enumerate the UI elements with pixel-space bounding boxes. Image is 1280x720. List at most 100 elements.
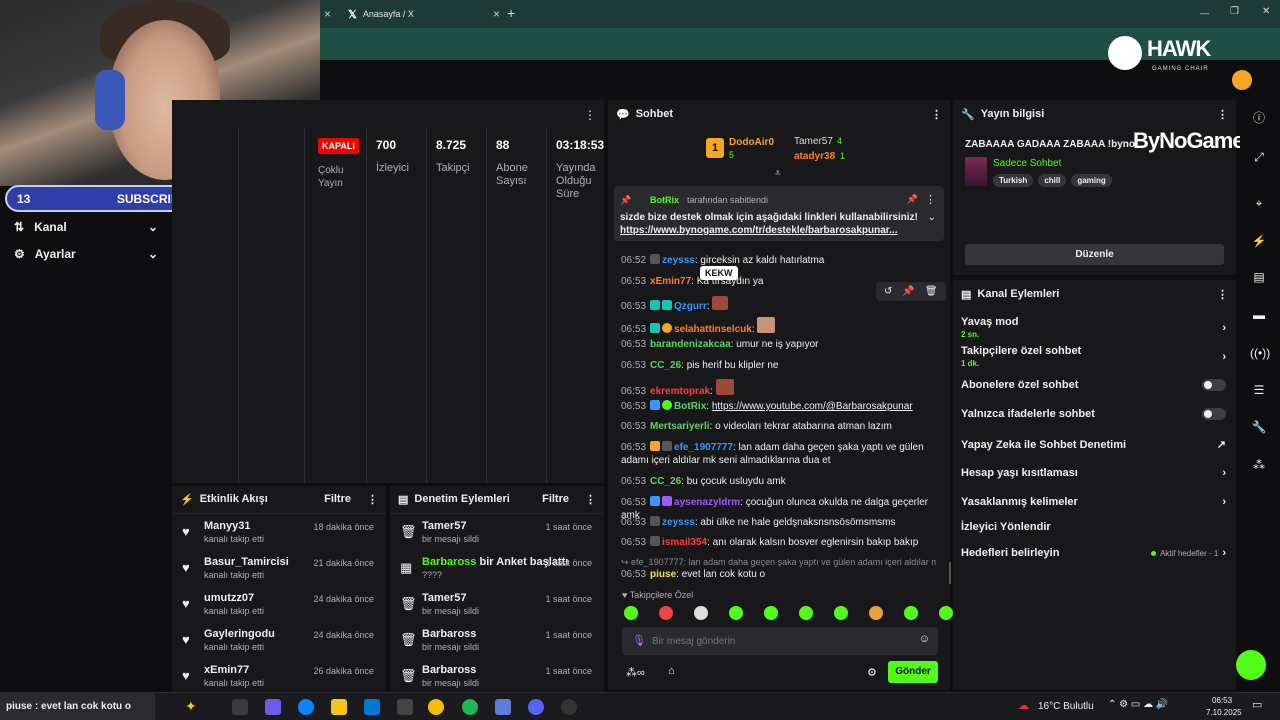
infinity-icon[interactable]: ⁂∞ [626,666,645,679]
msg-user[interactable]: piuse [650,569,676,580]
expand-down-icon[interactable]: ⩡ [775,168,781,179]
emote-button[interactable] [659,606,673,620]
category-thumbnail[interactable] [965,157,987,186]
subs-chat-toggle[interactable] [1202,379,1226,391]
reply-icon[interactable]: ↺ [884,286,892,297]
filter-button[interactable]: Filtre [324,493,351,506]
user-avatar[interactable] [1232,70,1252,90]
emoji-icon[interactable]: ☺ [919,633,930,645]
chat-message[interactable]: 06:53 piuse: evet lan cok kotu o [621,568,936,581]
chat-message[interactable]: 06:53 selahattinselcuk: [621,317,936,336]
folder-icon[interactable] [331,699,347,715]
clock-date[interactable]: 7.10.2025 [1206,708,1242,717]
msg-user[interactable]: Qzgurr [674,301,707,312]
emote-button[interactable] [799,606,813,620]
tab-anasayfa-x[interactable]: 𝕏 Anasayfa / X × [340,3,500,25]
chat-scrollbar[interactable] [949,562,951,584]
emote-button[interactable] [869,606,883,620]
lightning-icon[interactable]: ⚡ [1250,232,1268,250]
chat-input[interactable] [652,631,912,651]
apps-icon[interactable]: ⁂ [1250,456,1268,474]
send-button[interactable]: Gönder [888,661,938,683]
chat-message[interactable]: 06:52 zeysss: girceksin az kaldı hatırlat… [621,254,936,267]
account-age-row[interactable]: Hesap yaşı kısıtlaması › [961,467,1226,479]
list-item[interactable]: ♥ umutzz07 kanalı takip etti 24 dakika önce [172,586,386,622]
slow-mode-row[interactable]: Yavaş mod 2 sn. › [961,316,1226,340]
msg-user[interactable]: selahattinselcuk [674,324,752,335]
goals-row[interactable]: Hedefleri belirleyin Aktif hedefler - 1 › [961,547,1226,559]
focus-icon[interactable]: ⌖ [1250,194,1268,212]
emote-button[interactable] [904,606,918,620]
info-icon[interactable]: ⓘ [1250,109,1268,127]
banned-words-row[interactable]: Yasaklanmış kelimeler › [961,496,1226,508]
more-options-icon[interactable]: ⋮ [367,493,378,506]
copilot-icon[interactable] [265,699,281,715]
list-item[interactable]: ♥ Gayleringodu kanalı takip etti 24 dakika … [172,622,386,658]
trash-icon[interactable]: 🗑 [925,286,938,297]
list-item[interactable]: 🗑 Tamer57 bir mesajı sildi 1 saat önce [390,514,604,550]
emote-button[interactable] [834,606,848,620]
emote-button[interactable] [729,606,743,620]
window-minimize-button[interactable]: — [1200,8,1209,18]
emote-button[interactable] [694,606,708,620]
copilot-sparkle-icon[interactable]: ✦ [185,698,197,715]
gear-icon[interactable]: ⚙ [867,666,877,679]
list-item[interactable]: ▦ Barbaross bir Anket başlattı???? 1 saat … [390,550,604,586]
msg-user[interactable]: zeysss [662,255,695,266]
chat-message[interactable]: 06:53 Mertsariyerli: o videoları tekrar a… [621,420,936,433]
msg-user[interactable]: ismail354 [662,537,707,548]
more-options-icon[interactable]: ⋮ [1217,108,1228,121]
chat-input-box[interactable]: 🎙 ☺ [622,627,938,655]
chat-message[interactable]: 06:53 barandenizakcaa: umur ne iş yapıyor [621,338,936,351]
tray-icons[interactable]: ⌃ ⚙ ▭ ☁ 🔊 [1108,699,1168,710]
msg-user[interactable]: CC_26 [650,360,681,371]
filter-button[interactable]: Filtre [542,493,569,506]
help-chat-button[interactable] [1236,650,1266,680]
viewer-redirect-row[interactable]: İzleyici Yönlendir [961,521,1226,533]
emote-button[interactable] [624,606,638,620]
chat-message[interactable]: 06:53 CC_26: bu çocuk usluydu amk [621,475,936,488]
clock-time[interactable]: 06:53 [1212,696,1232,705]
xbox-icon[interactable] [397,699,413,715]
msg-user[interactable]: barandenizakcaa [650,339,731,350]
msg-user[interactable]: aysenazyldrm [674,497,740,508]
wrench-icon[interactable]: 🔧 [1250,418,1268,436]
broadcast-icon[interactable]: ((•)) [1250,344,1270,362]
obs-icon[interactable] [561,699,577,715]
pin-icon[interactable]: 📌 [902,286,914,297]
chat-message[interactable]: 06:53 ismail354: anı olarak kalsın bosver… [621,536,936,549]
msg-user[interactable]: Mertsariyerli [650,421,709,432]
chat-message[interactable]: 06:53 efe_1907777: lan adam daha geçen şa… [621,441,936,467]
tag[interactable]: Turkish [993,174,1034,187]
msg-user[interactable]: CC_26 [650,476,681,487]
list-item[interactable]: 🗑 Barbaross bir mesajı sildi 1 saat önce [390,658,604,694]
category-link[interactable]: Sadece Sohbet [993,158,1061,169]
msg-user[interactable]: xEmin77 [650,276,691,287]
sidebar-item-kanal[interactable]: ⇅ Kanal ⌄ [0,213,172,240]
tag[interactable]: chill [1038,174,1067,187]
layout-icon[interactable]: ☰ [1250,381,1268,399]
list-item[interactable]: ♥ xEmin77 kanalı takip etti 26 dakika önce [172,658,386,694]
msg-link[interactable]: https://www.youtube.com/@Barbarosakpunar [712,401,913,412]
more-options-icon[interactable]: ⋮ [931,108,942,121]
expand-icon[interactable]: ⤢ [1250,148,1268,166]
more-options-icon[interactable]: ⋮ [1217,288,1228,301]
list-item[interactable]: 🗑 Tamer57 bir mesajı sildi 1 saat önce [390,586,604,622]
store-icon[interactable]: ⌂ [668,665,675,677]
chat-message[interactable]: 06:53 CC_26: pis herif bu klipler ne [621,359,936,372]
app-icon[interactable] [495,699,511,715]
weather-text[interactable]: 16°C Bulutlu [1038,701,1094,712]
task-view-icon[interactable] [232,699,248,715]
list-item[interactable]: ♥ Basur_Tamircisi kanalı takip etti 21 daki… [172,550,386,586]
tag[interactable]: gaming [1071,174,1112,187]
tab-close-icon[interactable]: × [493,7,500,21]
followers-chat-row[interactable]: Takipçilere özel sohbet 1 dk. › [961,345,1226,369]
msg-user[interactable]: BotRix [674,401,706,412]
more-options-icon[interactable]: ⋮ [584,108,596,122]
outlook-icon[interactable] [364,699,380,715]
discord-icon[interactable] [528,699,544,715]
document-icon[interactable]: ▤ [1250,268,1268,286]
pin-icon[interactable]: 📌 [907,194,918,205]
msg-user[interactable]: ekremtoprak [650,386,710,397]
edge-icon[interactable] [298,699,314,715]
